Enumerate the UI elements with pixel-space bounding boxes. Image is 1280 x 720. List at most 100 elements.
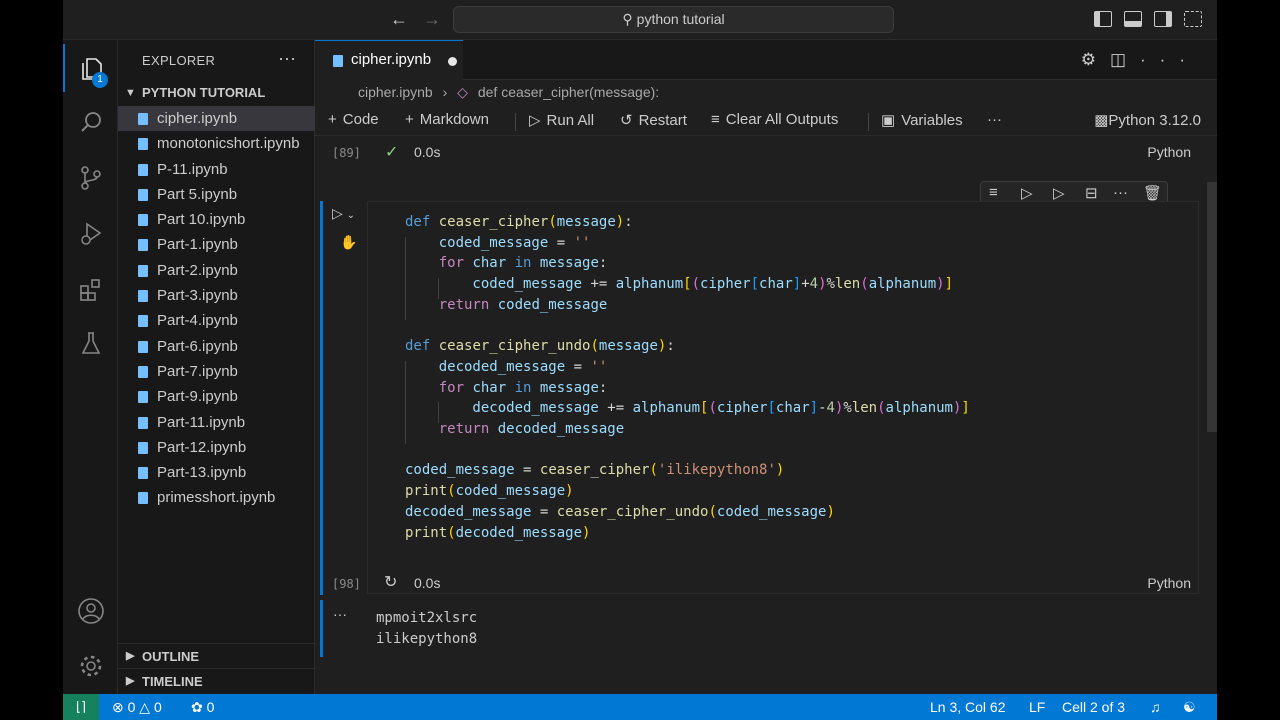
delete-cell-icon[interactable]: 🗑 [1143,184,1162,202]
search-icon: ⚲ [622,11,633,27]
explorer-badge: 1 [92,72,108,88]
warning-count: 0 [153,699,162,715]
gear-icon[interactable]: ⚙ [1081,50,1110,69]
restart-button[interactable]: ↺ Restart [620,111,687,129]
file-item[interactable]: primesshort.ipynb [118,485,315,510]
file-item-label: monotonicshort.ipynb [157,135,300,153]
command-center-search[interactable]: ⚲ python tutorial [453,6,894,33]
toggle-panel-icon[interactable] [1124,11,1142,27]
clear-all-outputs-button[interactable]: ≡ Clear All Outputs [711,111,838,128]
file-item[interactable]: Part-13.ipynb [118,460,315,485]
ports-indicator[interactable]: ✿ 0 [191,699,214,716]
file-item[interactable]: Part-12.ipynb [118,435,315,460]
plus-icon: + [405,111,414,128]
split-cell-icon[interactable]: ⊟ [1085,184,1098,202]
explorer-more-actions[interactable]: ··· [278,48,296,69]
copilot-icon[interactable]: ☯ [1183,699,1196,716]
file-item[interactable]: Part-4.ipynb [118,308,315,333]
workspace-folder[interactable]: ▼ PYTHON TUTORIAL [118,82,315,104]
file-item[interactable]: monotonicshort.ipynb [118,131,315,156]
execute-below-icon[interactable]: ▷ [1053,184,1065,202]
add-code-cell-button[interactable]: + Code [328,111,379,128]
file-item[interactable]: Part-9.ipynb [118,384,315,409]
clear-outputs-label: Clear All Outputs [725,111,839,128]
back-arrow-icon[interactable]: ← [390,9,408,30]
file-item[interactable]: Part-7.ipynb [118,359,315,384]
workspace-folder-label: PYTHON TUTORIAL [142,85,266,100]
prev-cell-exec-time: 0.0s [414,144,441,160]
kernel-picker[interactable]: ▩Python 3.12.0 [1094,111,1201,129]
file-item[interactable]: Part 5.ipynb [118,182,315,207]
file-item-label: Part-11.ipynb [157,413,246,431]
split-editor-icon[interactable]: ◫ [1110,50,1140,69]
restart-icon: ↺ [620,112,633,129]
code-cell-editor[interactable]: def ceaser_cipher(message): coded_messag… [367,201,1199,594]
file-item[interactable]: Part-3.ipynb [118,283,315,308]
search-view-icon[interactable] [63,98,118,146]
variables-icon: ▣ [881,112,896,129]
title-bar: ← → ⚲ python tutorial [63,0,1217,40]
execute-above-icon[interactable]: ▷ [1021,184,1033,202]
breadcrumb-file[interactable]: cipher.ipynb [358,84,433,100]
cell-language[interactable]: Python [1147,575,1191,591]
testing-flask-icon[interactable] [63,320,118,368]
tab-cipher-notebook[interactable]: cipher.ipynb [315,40,463,80]
chevron-right-icon: ▶ [126,650,135,662]
prev-cell-language[interactable]: Python [1147,144,1191,160]
toggle-primary-sidebar-icon[interactable] [1094,11,1112,27]
accounts-icon[interactable] [63,587,118,635]
file-item[interactable]: Part-11.ipynb [118,410,315,435]
output-more-button[interactable]: ··· [333,606,347,622]
notebook-file-icon [138,492,148,505]
file-item[interactable]: Part 10.ipynb [118,207,315,232]
explorer-icon[interactable]: 1 [63,44,118,92]
tab-bar: cipher.ipynb ⚙◫··· [315,40,1217,80]
run-by-line-icon[interactable]: ≡ [989,184,998,201]
notifications-bell-icon[interactable]: ♫ [1150,699,1161,715]
run-all-button[interactable]: ▷ Run All [529,111,594,129]
variables-label: Variables [901,112,963,129]
file-item[interactable]: Part-1.ipynb [118,232,315,257]
end-of-line[interactable]: LF [1029,699,1045,715]
ports-count: 0 [206,699,215,715]
notebook-file-icon [138,467,148,480]
run-cell-button[interactable]: ▷ ⌄ [332,205,355,222]
more-cell-actions-icon[interactable]: ··· [1113,184,1128,201]
notebook-file-icon [138,315,148,328]
forward-arrow-icon[interactable]: → [423,9,441,30]
problems-indicator[interactable]: ⊗ 0 △ 0 [112,699,162,716]
file-item[interactable]: P-11.ipynb [118,157,315,182]
file-item[interactable]: cipher.ipynb [118,106,315,132]
breadcrumb-symbol[interactable]: def ceaser_cipher(message): [478,84,659,100]
outline-section[interactable]: ▶ OUTLINE [118,643,315,668]
notebook-file-icon [333,55,343,67]
file-item-label: Part-13.ipynb [157,464,247,482]
notebook-editor: cipher.ipynb ⚙◫··· cipher.ipynb › ◇ def … [315,40,1217,694]
editor-scrollbar[interactable] [1207,182,1217,432]
add-markdown-cell-button[interactable]: + Markdown [405,111,489,128]
variables-button[interactable]: ▣ Variables [881,111,963,129]
unsaved-dot-icon[interactable] [448,57,457,66]
notebook-file-icon [138,340,148,353]
toolbar-more-button[interactable]: ··· [987,111,1002,128]
source-control-icon[interactable] [63,154,118,202]
file-item[interactable]: Part-2.ipynb [118,258,315,283]
remote-indicator-icon[interactable]: ⌊⌉ [63,694,99,720]
cursor-position[interactable]: Ln 3, Col 62 [930,699,1006,715]
customize-layout-icon[interactable] [1184,11,1202,27]
outline-label: OUTLINE [142,649,200,664]
toolbar-divider [868,113,869,131]
toggle-secondary-sidebar-icon[interactable] [1154,11,1172,27]
manage-gear-icon[interactable] [63,642,118,690]
cell-indicator[interactable]: Cell 2 of 3 [1062,699,1125,715]
timeline-section[interactable]: ▶ TIMELINE [118,668,315,693]
notebook-file-icon [138,214,148,227]
more-actions-icon[interactable]: ··· [1140,50,1199,69]
output-focus-indicator [320,600,323,657]
chevron-down-icon[interactable]: ⌄ [347,210,355,221]
prev-cell-exec-count: [89] [332,146,361,160]
extensions-icon[interactable] [63,266,118,314]
run-debug-icon[interactable] [63,210,118,258]
code-text[interactable]: def ceaser_cipher(message): coded_messag… [405,212,970,543]
file-item[interactable]: Part-6.ipynb [118,334,315,359]
